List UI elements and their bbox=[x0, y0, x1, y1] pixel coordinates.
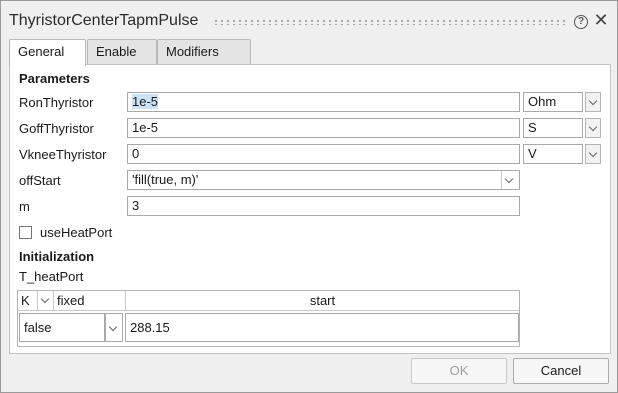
chevron-down-icon bbox=[588, 96, 598, 106]
ron-thyristor-unit[interactable]: Ohm bbox=[523, 92, 583, 112]
goff-thyristor-label: GoffThyristor bbox=[19, 121, 94, 136]
ron-thyristor-label: RonThyristor bbox=[19, 95, 94, 110]
fixed-value-dropdown[interactable] bbox=[105, 313, 123, 342]
title-bar[interactable]: ThyristorCenterTapmPulse ? ✕ bbox=[1, 1, 617, 41]
m-input[interactable]: 3 bbox=[127, 196, 520, 216]
off-start-combo[interactable]: 'fill(true, m)' bbox=[127, 170, 520, 190]
fixed-value-combo[interactable]: false bbox=[19, 313, 105, 342]
start-column-header: start bbox=[126, 291, 519, 311]
unit-cell[interactable]: K bbox=[18, 291, 38, 311]
cancel-button[interactable]: Cancel bbox=[513, 358, 609, 384]
ron-thyristor-input[interactable]: 1e-5 bbox=[127, 92, 520, 112]
fixed-column-header: fixed bbox=[54, 291, 126, 311]
vknee-thyristor-label: VkneeThyristor bbox=[19, 147, 107, 162]
dialog-window: ThyristorCenterTapmPulse ? ✕ General Ena… bbox=[0, 0, 618, 393]
drag-grip[interactable] bbox=[213, 19, 565, 25]
chevron-down-icon bbox=[108, 322, 118, 332]
goff-thyristor-unit-dropdown[interactable] bbox=[585, 118, 601, 138]
tab-modifiers[interactable]: Modifiers bbox=[157, 39, 251, 64]
t-heat-port-label: T_heatPort bbox=[19, 269, 84, 284]
fixed-value: false bbox=[24, 320, 52, 335]
t-heat-port-table: K fixed start false 288.15 bbox=[17, 290, 520, 347]
vknee-thyristor-unit[interactable]: V bbox=[523, 144, 583, 164]
use-heat-port-checkbox[interactable] bbox=[19, 226, 32, 239]
chevron-down-icon bbox=[40, 294, 50, 304]
off-start-label: offStart bbox=[19, 173, 61, 188]
tab-bar: General Enable Modifiers bbox=[9, 39, 609, 66]
initialization-heading: Initialization bbox=[19, 249, 95, 264]
close-icon[interactable]: ✕ bbox=[593, 11, 609, 29]
ok-button[interactable]: OK bbox=[411, 358, 507, 384]
ron-thyristor-value: 1e-5 bbox=[132, 94, 159, 109]
goff-thyristor-input[interactable]: 1e-5 bbox=[127, 118, 520, 138]
ron-thyristor-unit-dropdown[interactable] bbox=[585, 92, 601, 112]
window-title: ThyristorCenterTapmPulse bbox=[9, 12, 199, 29]
m-label: m bbox=[19, 199, 30, 214]
vknee-thyristor-unit-dropdown[interactable] bbox=[585, 144, 601, 164]
use-heat-port-label: useHeatPort bbox=[40, 225, 113, 240]
off-start-value: 'fill(true, m)' bbox=[132, 172, 199, 187]
goff-thyristor-unit[interactable]: S bbox=[523, 118, 583, 138]
start-value-input[interactable]: 288.15 bbox=[125, 313, 519, 342]
tab-general[interactable]: General bbox=[9, 39, 86, 66]
chevron-down-icon bbox=[588, 148, 598, 158]
off-start-dropdown[interactable] bbox=[501, 171, 519, 189]
chevron-down-icon bbox=[504, 174, 514, 184]
parameters-heading: Parameters bbox=[19, 71, 90, 86]
chevron-down-icon bbox=[588, 122, 598, 132]
help-icon[interactable]: ? bbox=[574, 15, 588, 29]
unit-dropdown[interactable] bbox=[38, 291, 54, 311]
tab-enable[interactable]: Enable bbox=[87, 39, 157, 64]
vknee-thyristor-input[interactable]: 0 bbox=[127, 144, 520, 164]
